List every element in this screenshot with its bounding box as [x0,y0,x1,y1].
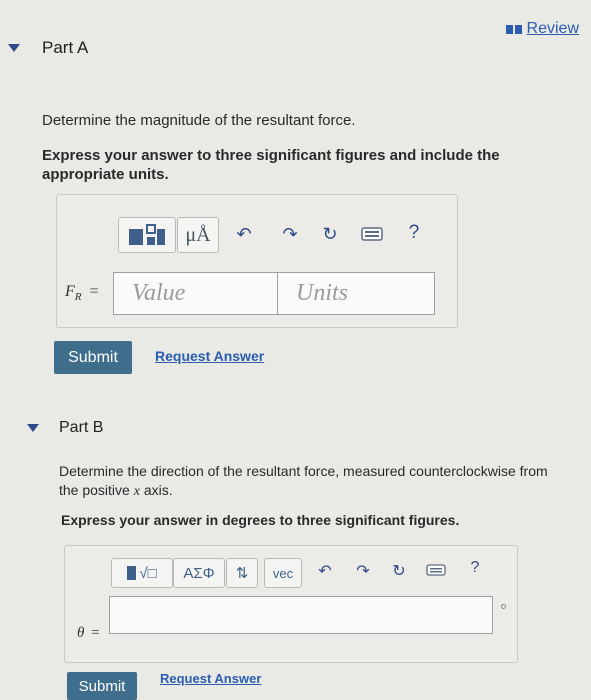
answer-variable: FR = [65,283,99,304]
templates-button[interactable] [118,217,176,253]
math-templates-button[interactable]: √□ [111,558,173,588]
units-symbol: μÅ [185,223,211,246]
part-a-submit-button[interactable]: Submit [54,341,132,374]
part-b-question: Determine the direction of the resultant… [59,463,548,499]
greek-symbols-label: ΑΣΦ [183,564,215,582]
part-a-answer-panel: μÅ ↶ ↷ ↻ ? FR = Value Units [56,194,458,328]
keyboard-icon[interactable] [425,563,447,577]
keyboard-icon[interactable] [360,226,384,242]
part-b-title: Part B [59,419,104,436]
help-icon[interactable]: ? [465,558,485,578]
part-b-collapse-icon[interactable] [27,424,39,432]
part-b-request-answer-link[interactable]: Request Answer [160,671,261,686]
redo-icon[interactable]: ↷ [279,223,301,245]
part-b-submit-button[interactable]: Submit [67,672,137,700]
arrows-icon: ⇅ [235,565,249,582]
redo-icon[interactable]: ↷ [353,561,373,581]
part-b-instruction: Express your answer in degrees to three … [61,512,460,528]
part-a-title: Part A [42,38,89,57]
reset-icon[interactable]: ↻ [389,561,409,581]
review-label: Review [526,20,579,37]
units-button[interactable]: μÅ [177,217,219,253]
units-placeholder: Units [296,280,349,306]
part-a-question: Determine the magnitude of the resultant… [42,112,356,129]
fraction-template-icon [129,224,165,245]
part-b-answer-panel: √□ ΑΣΦ ⇅ vec ↶ ↷ ↻ ? θ = [64,545,518,663]
input-status-dot [501,604,506,609]
part-a-request-answer-link[interactable]: Request Answer [155,348,264,364]
arrows-button[interactable]: ⇅ [226,558,258,588]
sqrt-template-icon: √□ [139,564,157,582]
answer-variable: θ = [77,625,100,641]
vector-button[interactable]: vec [264,558,302,588]
units-input[interactable]: Units [277,272,435,315]
angle-input[interactable] [109,596,493,634]
greek-symbols-button[interactable]: ΑΣΦ [173,558,225,588]
part-a-collapse-icon[interactable] [8,44,20,52]
undo-icon[interactable]: ↶ [233,223,255,245]
undo-icon[interactable]: ↶ [315,561,335,581]
value-input[interactable]: Value [113,272,293,315]
value-placeholder: Value [132,280,186,306]
reset-icon[interactable]: ↻ [319,223,341,245]
review-icon [505,24,522,34]
part-a-instruction: Express your answer to three significant… [42,147,500,183]
help-icon[interactable]: ? [403,222,425,244]
review-link[interactable]: Review [505,20,579,38]
vector-label: vec [272,565,294,581]
